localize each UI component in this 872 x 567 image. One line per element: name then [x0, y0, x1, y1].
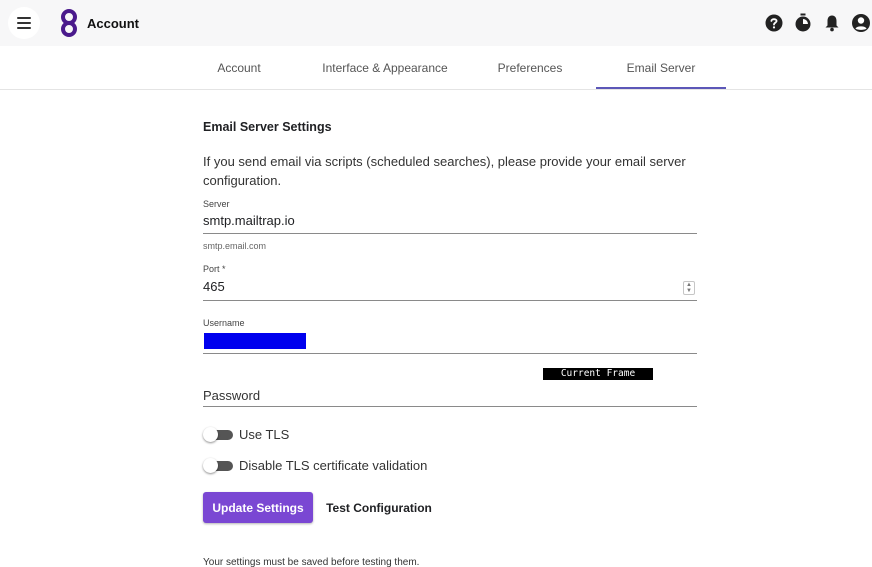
- disable-tls-validation-label: Disable TLS certificate validation: [239, 457, 428, 473]
- server-label: Server: [203, 199, 230, 209]
- settings-tabs: Account Interface & Appearance Preferenc…: [0, 46, 872, 90]
- help-button[interactable]: [763, 12, 785, 34]
- password-underline: [203, 406, 697, 407]
- notifications-button[interactable]: [821, 12, 843, 34]
- tab-email-server[interactable]: Email Server: [596, 46, 726, 90]
- tab-interface-appearance[interactable]: Interface & Appearance: [310, 46, 460, 90]
- server-hint: smtp.email.com: [203, 241, 267, 251]
- port-label: Port *: [203, 264, 226, 274]
- account-button[interactable]: [850, 12, 872, 34]
- account-icon: [852, 14, 870, 32]
- use-tls-label: Use TLS: [239, 426, 290, 442]
- toggle-thumb: [203, 458, 218, 473]
- top-app-bar: Account: [0, 0, 872, 46]
- menu-button[interactable]: [8, 7, 40, 39]
- port-input[interactable]: 465: [203, 279, 225, 294]
- use-tls-toggle[interactable]: [203, 427, 233, 442]
- section-description: If you send email via scripts (scheduled…: [203, 154, 686, 188]
- port-stepper[interactable]: ▲ ▼: [683, 281, 695, 295]
- update-settings-button[interactable]: Update Settings: [203, 492, 313, 523]
- test-configuration-button[interactable]: Test Configuration: [324, 492, 434, 523]
- disable-tls-validation-toggle-row[interactable]: Disable TLS certificate validation: [203, 455, 427, 475]
- server-input[interactable]: smtp.mailtrap.io: [203, 213, 295, 228]
- current-frame-tag: Current Frame: [543, 368, 653, 380]
- tab-account[interactable]: Account: [203, 46, 275, 90]
- toggle-thumb: [203, 427, 218, 442]
- timer-button[interactable]: [792, 12, 814, 34]
- username-redacted-value[interactable]: [204, 333, 306, 349]
- port-underline: [203, 300, 697, 301]
- active-tab-indicator: [596, 87, 726, 89]
- bell-icon: [825, 15, 839, 32]
- server-underline: [203, 233, 697, 234]
- username-label: Username: [203, 318, 245, 328]
- app-logo-icon[interactable]: [58, 9, 80, 37]
- chevron-down-icon: ▼: [686, 288, 692, 294]
- help-icon: [765, 14, 783, 32]
- section-title: Email Server Settings: [203, 120, 332, 134]
- top-icon-bar: [763, 11, 872, 35]
- page-title: Account: [87, 16, 139, 31]
- disable-tls-validation-toggle[interactable]: [203, 458, 233, 473]
- username-underline: [203, 353, 697, 354]
- tab-preferences[interactable]: Preferences: [482, 46, 578, 90]
- password-field[interactable]: Password: [203, 388, 260, 403]
- use-tls-toggle-row[interactable]: Use TLS: [203, 424, 289, 444]
- menu-icon: [17, 17, 31, 29]
- save-before-test-note: Your settings must be saved before testi…: [203, 557, 420, 567]
- timer-icon: [795, 13, 811, 32]
